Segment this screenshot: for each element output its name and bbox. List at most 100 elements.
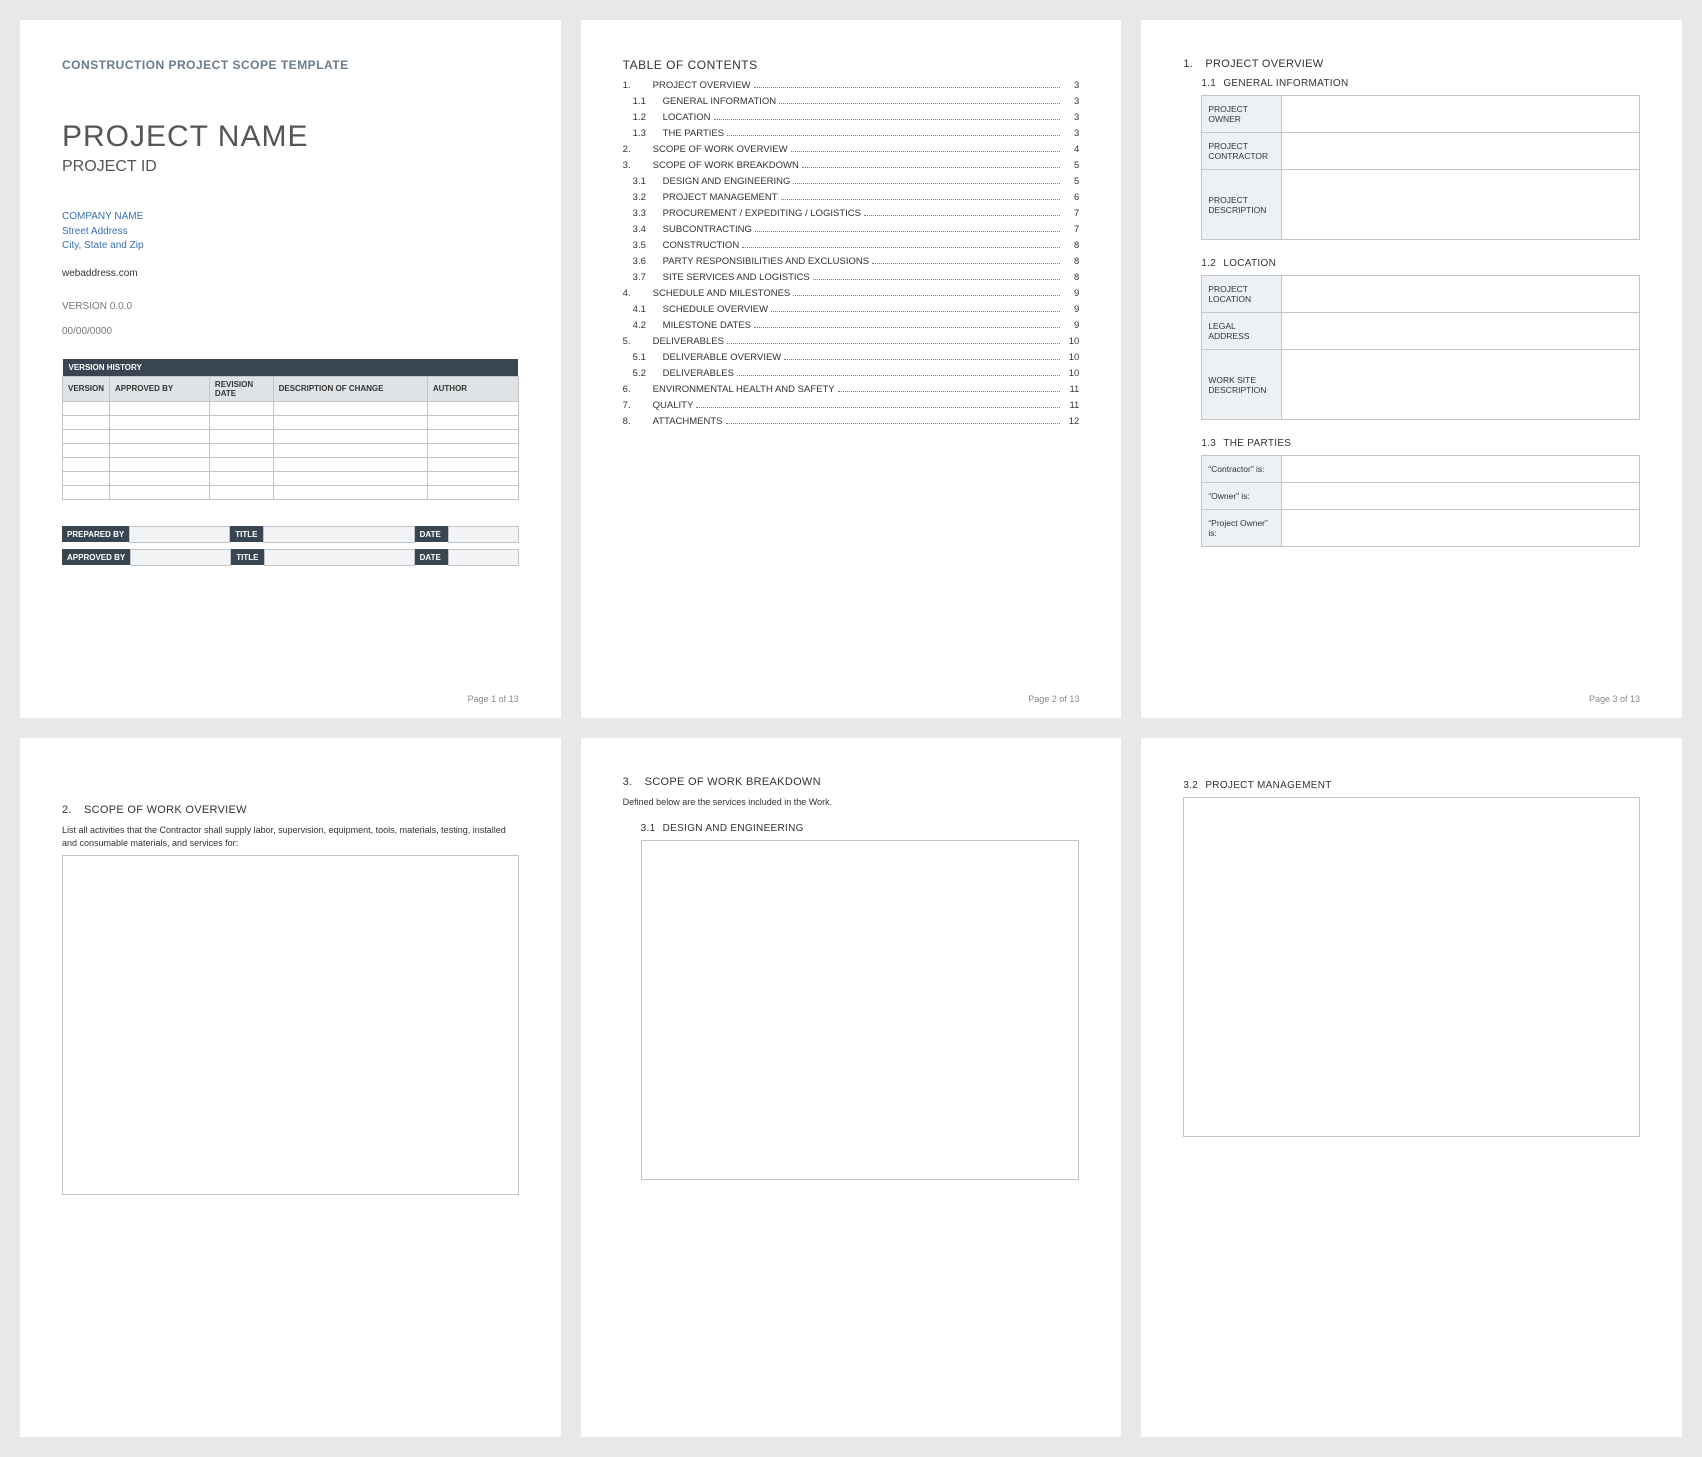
approved-date-field[interactable] (448, 549, 518, 565)
toc-entry[interactable]: 1.PROJECT OVERVIEW3 (623, 80, 1080, 91)
version-history-cell[interactable] (427, 471, 518, 485)
toc-entry[interactable]: 3.SCOPE OF WORK BREAKDOWN5 (623, 160, 1080, 171)
toc-entry[interactable]: 5.DELIVERABLES10 (623, 336, 1080, 347)
version-history-cell[interactable] (273, 485, 427, 499)
version-history-cell[interactable] (209, 485, 273, 499)
design-eng-box[interactable] (641, 840, 1080, 1180)
toc-entry[interactable]: 4.2MILESTONE DATES9 (623, 320, 1080, 331)
version-history-cell[interactable] (273, 401, 427, 415)
toc-entry[interactable]: 7.QUALITY11 (623, 400, 1080, 411)
company-name: COMPANY NAME (62, 210, 519, 225)
version-history-cell[interactable] (273, 457, 427, 471)
pages-grid: CONSTRUCTION PROJECT SCOPE TEMPLATE PROJ… (20, 20, 1682, 1437)
field-row: WORK SITE DESCRIPTION (1202, 350, 1640, 420)
toc-entry[interactable]: 3.4SUBCONTRACTING7 (623, 224, 1080, 235)
toc-entry[interactable]: 4.1SCHEDULE OVERVIEW9 (623, 304, 1080, 315)
version-history-cell[interactable] (110, 471, 210, 485)
field-value[interactable] (1282, 456, 1640, 483)
toc-label: SCHEDULE AND MILESTONES (653, 288, 791, 299)
version-history-cell[interactable] (273, 443, 427, 457)
toc-entry[interactable]: 5.1DELIVERABLE OVERVIEW10 (623, 352, 1080, 363)
toc-page-number: 11 (1063, 400, 1079, 411)
prepared-by-field[interactable] (130, 526, 230, 542)
toc-entry[interactable]: 1.2LOCATION3 (623, 112, 1080, 123)
version-history-cell[interactable] (427, 401, 518, 415)
toc-entry[interactable]: 3.3PROCUREMENT / EXPEDITING / LOGISTICS7 (623, 208, 1080, 219)
prepared-by-label: PREPARED BY (62, 526, 130, 542)
toc-entry[interactable]: 4.SCHEDULE AND MILESTONES9 (623, 288, 1080, 299)
version-history-cell[interactable] (427, 457, 518, 471)
version-history-cell[interactable] (63, 443, 110, 457)
toc-number: 1.3 (623, 128, 663, 139)
version-history-row (63, 457, 519, 471)
toc-entry[interactable]: 5.2DELIVERABLES10 (623, 368, 1080, 379)
toc-label: MILESTONE DATES (663, 320, 751, 331)
field-row: LEGAL ADDRESS (1202, 313, 1640, 350)
toc-label: SITE SERVICES AND LOGISTICS (663, 272, 810, 283)
toc-entry[interactable]: 3.7SITE SERVICES AND LOGISTICS8 (623, 272, 1080, 283)
version-history-cell[interactable] (427, 415, 518, 429)
h1-project-overview: 1.PROJECT OVERVIEW (1183, 58, 1640, 70)
prepared-date-field[interactable] (448, 526, 518, 542)
field-value[interactable] (1282, 170, 1640, 240)
version-history-cell[interactable] (209, 429, 273, 443)
version-history-cell[interactable] (273, 429, 427, 443)
version-history-row (63, 471, 519, 485)
version-history-cell[interactable] (63, 457, 110, 471)
field-value[interactable] (1282, 483, 1640, 510)
toc-entry[interactable]: 8.ATTACHMENTS12 (623, 416, 1080, 427)
version-history-cell[interactable] (273, 415, 427, 429)
version-history-cell[interactable] (63, 429, 110, 443)
version-history-cell[interactable] (110, 443, 210, 457)
version-history-cell[interactable] (110, 415, 210, 429)
field-value[interactable] (1282, 510, 1640, 547)
toc-entry[interactable]: 3.1DESIGN AND ENGINEERING5 (623, 176, 1080, 187)
approved-title-field[interactable] (265, 549, 414, 565)
toc-entry[interactable]: 2.SCOPE OF WORK OVERVIEW4 (623, 144, 1080, 155)
toc-number: 3.1 (623, 176, 663, 187)
version-history-cell[interactable] (63, 485, 110, 499)
toc-entry[interactable]: 3.5CONSTRUCTION8 (623, 240, 1080, 251)
toc-page-number: 3 (1063, 96, 1079, 107)
version-history-cell[interactable] (209, 415, 273, 429)
scope-overview-box[interactable] (62, 855, 519, 1195)
project-mgmt-box[interactable] (1183, 797, 1640, 1137)
toc-page-number: 6 (1063, 192, 1079, 203)
toc-entry[interactable]: 6.ENVIRONMENTAL HEALTH AND SAFETY11 (623, 384, 1080, 395)
page-footer-1: Page 1 of 13 (468, 694, 519, 704)
toc-number: 8. (623, 416, 653, 427)
toc-leader-dots (838, 391, 1061, 392)
version-history-cell[interactable] (110, 457, 210, 471)
toc-leader-dots (726, 423, 1061, 424)
version-history-cell[interactable] (427, 485, 518, 499)
approved-by-field[interactable] (131, 549, 231, 565)
version-history-cell[interactable] (63, 471, 110, 485)
field-value[interactable] (1282, 133, 1640, 170)
toc-entry[interactable]: 3.6PARTY RESPONSIBILITIES AND EXCLUSIONS… (623, 256, 1080, 267)
toc-leader-dots (727, 135, 1060, 136)
version-history-cell[interactable] (110, 485, 210, 499)
version-history-cell[interactable] (63, 401, 110, 415)
toc-number: 7. (623, 400, 653, 411)
toc-entry[interactable]: 1.1GENERAL INFORMATION3 (623, 96, 1080, 107)
field-value[interactable] (1282, 96, 1640, 133)
field-value[interactable] (1282, 350, 1640, 420)
version-history-cell[interactable] (110, 401, 210, 415)
version-history-cell[interactable] (209, 443, 273, 457)
version-history-cell[interactable] (427, 443, 518, 457)
version-history-cell[interactable] (209, 457, 273, 471)
version-history-cell[interactable] (110, 429, 210, 443)
version-history-cell[interactable] (209, 401, 273, 415)
version-history-cell[interactable] (63, 415, 110, 429)
toc-number: 3. (623, 160, 653, 171)
page-6: 3.2PROJECT MANAGEMENT (1141, 738, 1682, 1436)
version-history-cell[interactable] (209, 471, 273, 485)
toc-entry[interactable]: 3.2PROJECT MANAGEMENT6 (623, 192, 1080, 203)
field-value[interactable] (1282, 313, 1640, 350)
version-history-cell[interactable] (427, 429, 518, 443)
version-history-cell[interactable] (273, 471, 427, 485)
toc-entry[interactable]: 1.3THE PARTIES3 (623, 128, 1080, 139)
date-line: 00/00/0000 (62, 326, 519, 337)
prepared-title-field[interactable] (264, 526, 414, 542)
field-value[interactable] (1282, 276, 1640, 313)
